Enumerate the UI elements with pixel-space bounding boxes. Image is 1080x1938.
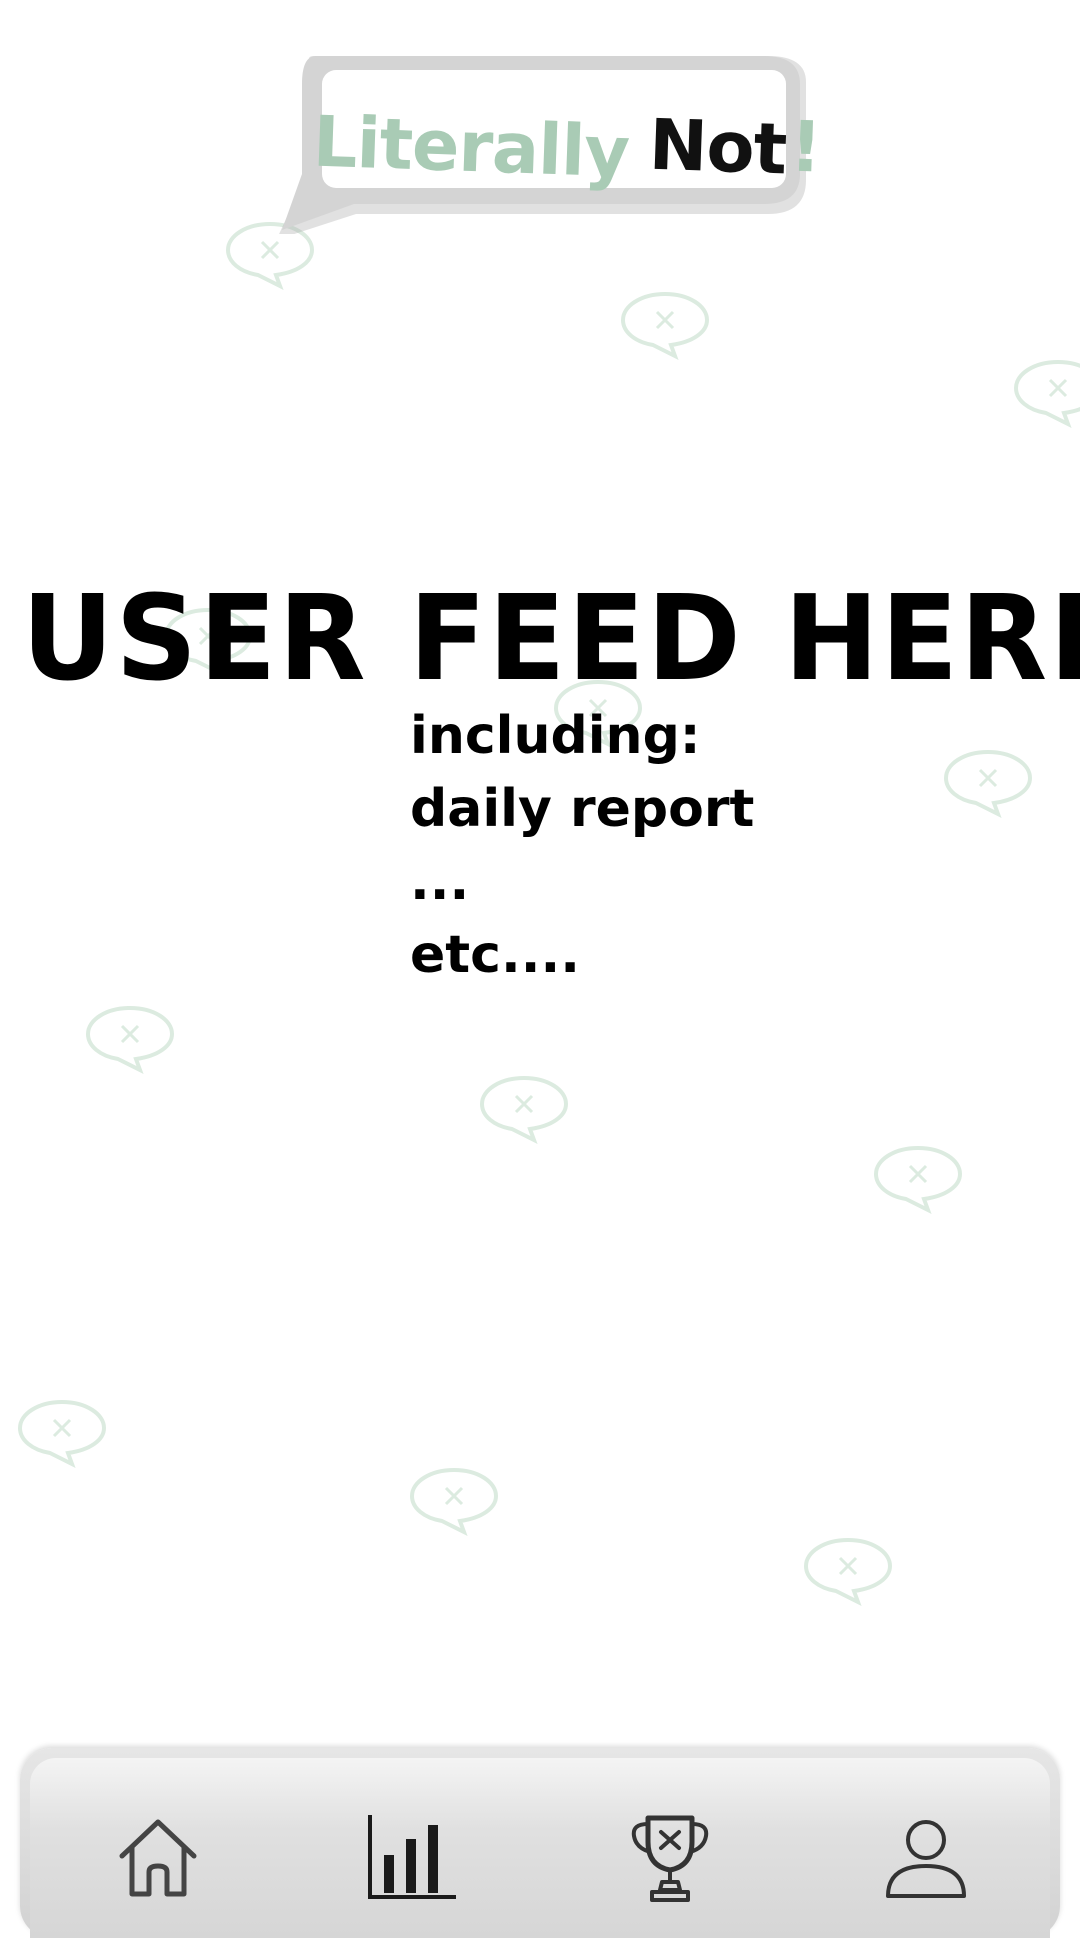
chat-bubble-icon <box>1013 359 1080 428</box>
logo-word-literally: Literally <box>311 100 631 194</box>
nav-stats-button[interactable] <box>362 1808 462 1908</box>
app-logo: Literally Not! <box>272 52 823 234</box>
chat-bubble-icon <box>943 749 1033 818</box>
nav-trophy-button[interactable] <box>620 1808 720 1908</box>
feed-line: daily report <box>410 779 755 839</box>
nav-profile-button[interactable] <box>876 1808 976 1908</box>
feed-heading: USER FEED HERE <box>21 569 1080 707</box>
trophy-icon <box>631 1815 709 1902</box>
logo-word-not: Not <box>647 103 788 191</box>
chat-bubble-icon <box>803 1537 893 1606</box>
logo-wordmark: Literally Not! <box>312 92 823 202</box>
chat-bubble-icon <box>479 1075 569 1144</box>
feed-description: including: daily report ... etc.... <box>410 700 910 992</box>
bar-chart-icon <box>368 1815 456 1899</box>
feed-line: ... <box>410 852 470 912</box>
feed-line: including: <box>410 706 701 766</box>
feed-line: etc.... <box>410 925 580 985</box>
logo-exclamation: ! <box>788 105 823 189</box>
chat-bubble-icon <box>85 1005 175 1074</box>
chat-bubble-icon <box>17 1399 107 1468</box>
chat-bubble-icon <box>873 1145 963 1214</box>
nav-home-button[interactable] <box>108 1808 208 1908</box>
bottom-nav-bar <box>20 1748 1060 1938</box>
profile-icon <box>886 1820 966 1898</box>
chat-bubble-icon <box>620 291 710 360</box>
chat-bubble-icon <box>409 1467 499 1536</box>
home-icon <box>119 1819 197 1897</box>
